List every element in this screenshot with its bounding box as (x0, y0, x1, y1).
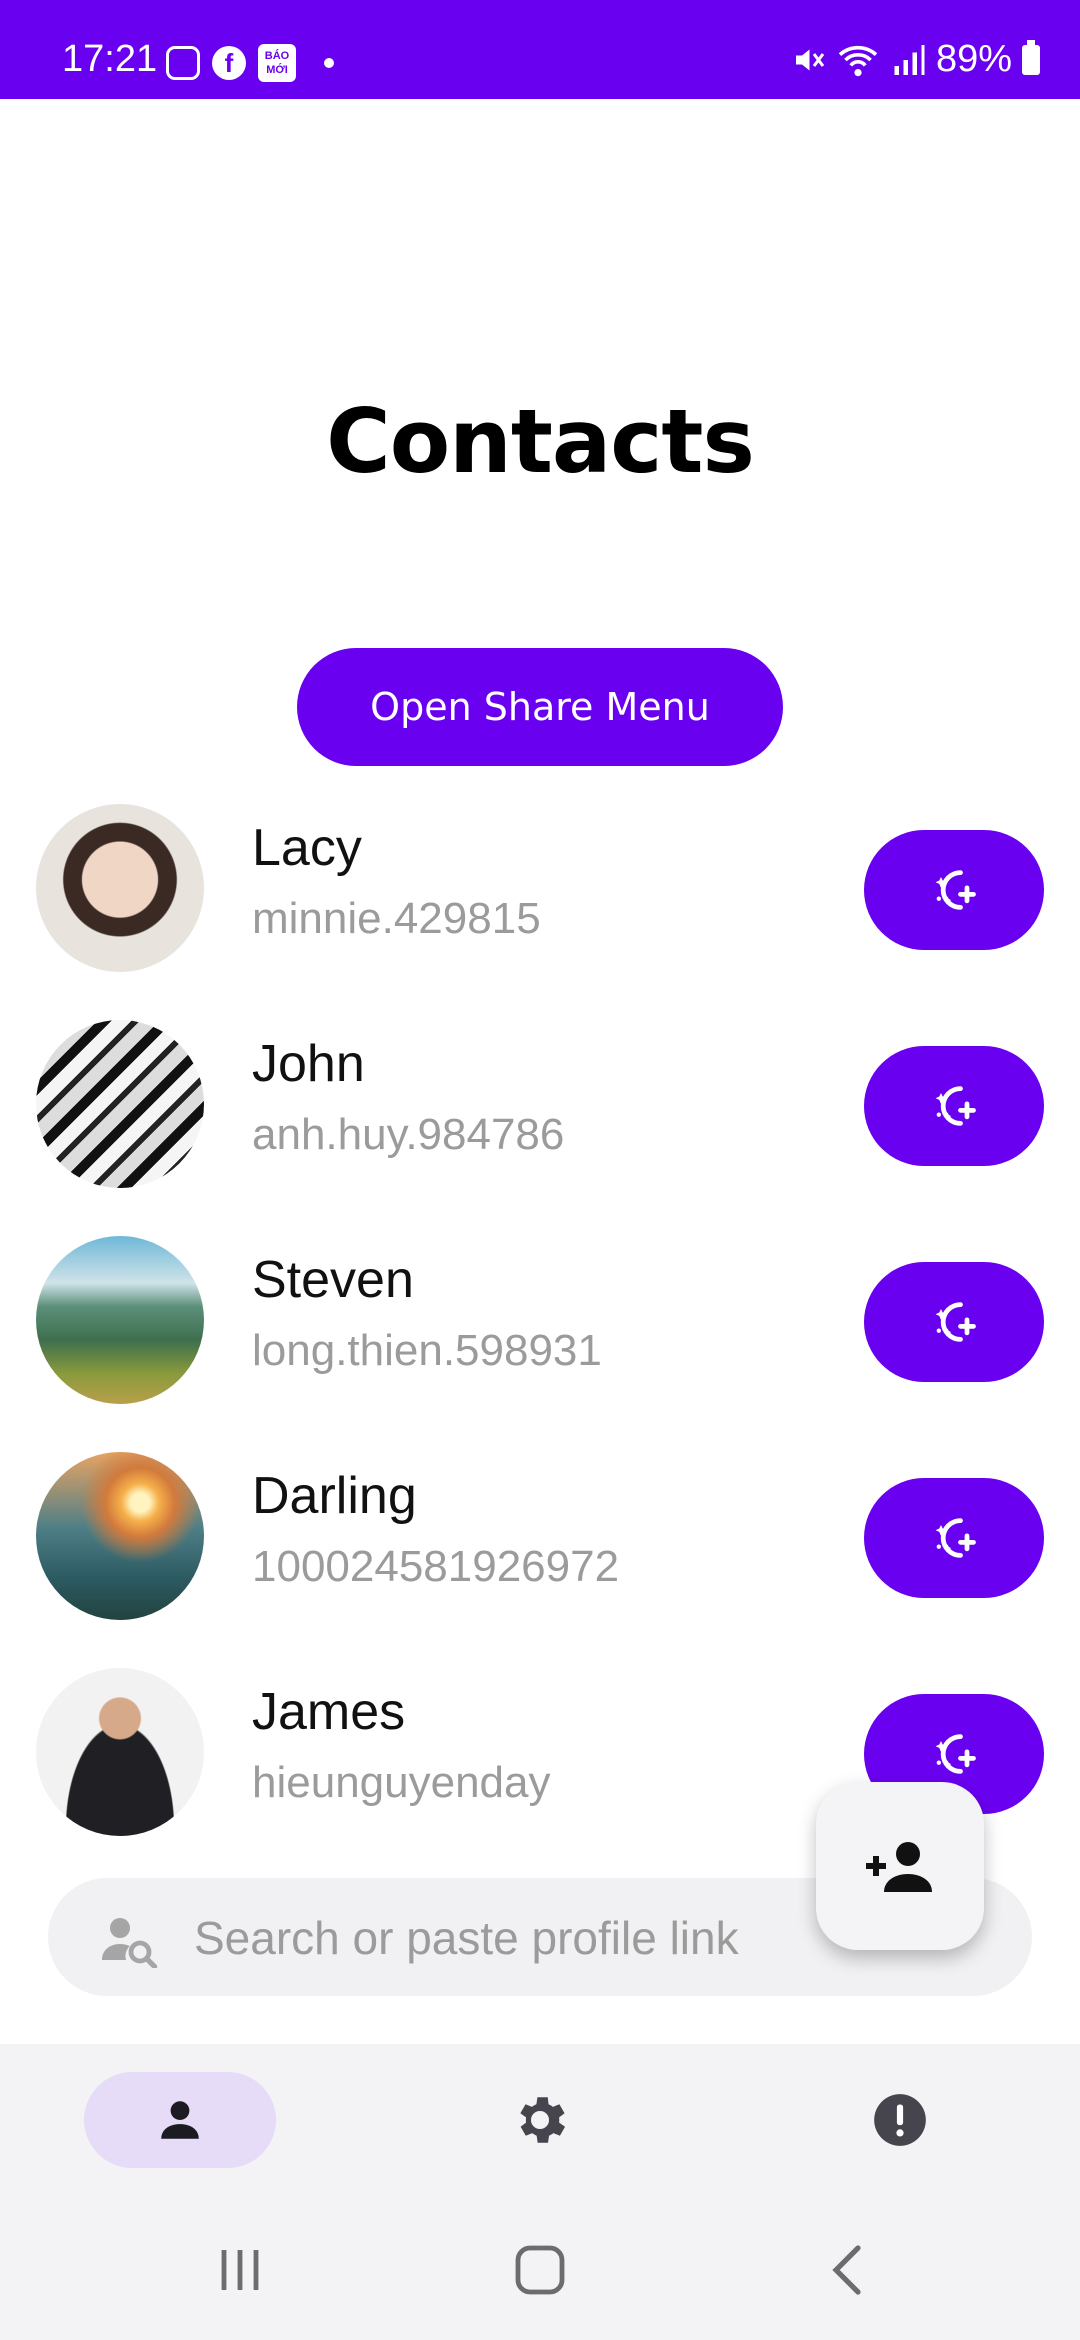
mute-icon (795, 49, 825, 70)
call-button[interactable] (864, 1478, 1044, 1598)
contact-name: Darling (252, 1467, 417, 1525)
avatar (36, 1236, 204, 1404)
call-button[interactable] (864, 830, 1044, 950)
contact-row[interactable]: Steven long.thien.598931 (0, 1222, 1080, 1404)
avatar (36, 1020, 204, 1188)
nav-settings[interactable] (444, 2072, 636, 2168)
person-icon (161, 2101, 199, 2139)
contact-name: James (252, 1683, 406, 1741)
facebook-icon: f (212, 46, 246, 80)
gear-icon (520, 2097, 566, 2143)
baomoi-icon: BÁO MỚI (258, 44, 296, 82)
add-contact-button[interactable] (816, 1782, 984, 1950)
search-input[interactable] (192, 1878, 836, 1998)
contact-name: Lacy (252, 819, 362, 877)
contact-row[interactable]: Darling 100024581926972 (0, 1438, 1080, 1620)
nav-report[interactable] (804, 2072, 996, 2168)
contact-id: hieunguyenday (252, 1758, 551, 1807)
wifi-icon (838, 45, 878, 76)
contact-id: long.thien.598931 (252, 1326, 602, 1375)
sparkle-call-icon (935, 1086, 976, 1126)
home-icon[interactable] (512, 2240, 568, 2300)
recent-apps-icon[interactable] (212, 2242, 268, 2298)
system-nav-bar (0, 2200, 1080, 2340)
contact-row[interactable]: John anh.huy.984786 (0, 1006, 1080, 1188)
instagram-icon (166, 46, 200, 80)
sparkle-call-icon (935, 870, 976, 910)
contact-id: anh.huy.984786 (252, 1110, 565, 1159)
nav-contacts[interactable] (84, 2072, 276, 2168)
status-time: 17:21 (62, 38, 158, 80)
battery-percent: 89% (935, 38, 1012, 80)
contact-name: Steven (252, 1251, 414, 1309)
contact-id: minnie.429815 (252, 894, 541, 943)
person-search-icon (102, 1918, 158, 1968)
alert-icon (874, 2094, 926, 2146)
add-person-icon (866, 1842, 932, 1892)
contact-id: 100024581926972 (252, 1542, 620, 1591)
status-right: 89% (790, 38, 1040, 81)
avatar (36, 1668, 204, 1836)
contact-name: John (252, 1035, 365, 1093)
avatar (36, 804, 204, 972)
avatar (36, 1452, 204, 1620)
signal-icon (894, 44, 925, 75)
call-button[interactable] (864, 1262, 1044, 1382)
back-icon[interactable] (820, 2240, 876, 2300)
open-share-menu-button[interactable]: Open Share Menu (297, 648, 783, 766)
notification-icons: f BÁO MỚI (166, 44, 334, 82)
sparkle-call-icon (935, 1518, 976, 1558)
call-button[interactable] (864, 1046, 1044, 1166)
status-bar: 17:21 f BÁO MỚI 89% (0, 0, 1080, 99)
more-notifications-dot (324, 58, 334, 68)
page-title: Contacts (326, 390, 755, 493)
battery-icon (1022, 39, 1040, 75)
contact-row[interactable]: Lacy minnie.429815 (0, 790, 1080, 972)
sparkle-call-icon (935, 1302, 976, 1342)
sparkle-call-icon (935, 1734, 976, 1774)
